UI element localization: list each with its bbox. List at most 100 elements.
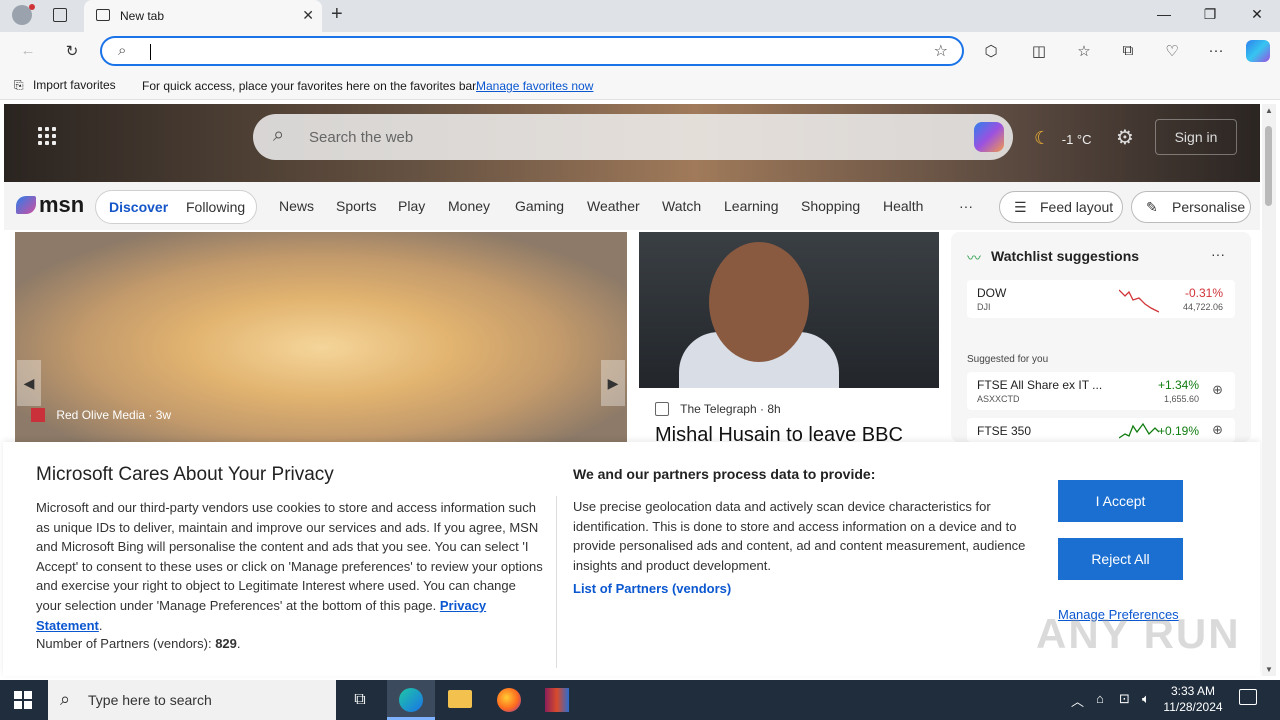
image-figure-face xyxy=(709,242,809,362)
copilot-icon[interactable] xyxy=(1246,40,1270,62)
stock-symbol: DOW xyxy=(977,286,1007,300)
close-window-button[interactable]: ✕ xyxy=(1242,6,1272,23)
tab-new-tab[interactable]: New tab ✕ xyxy=(84,0,322,32)
sign-in-button[interactable]: Sign in xyxy=(1155,119,1237,155)
close-tab-icon[interactable]: ✕ xyxy=(302,7,314,24)
add-to-watchlist-icon[interactable]: ⊕ xyxy=(1212,422,1223,438)
minimize-button[interactable]: — xyxy=(1149,6,1179,22)
search-icon: ⌕ xyxy=(273,124,285,146)
nav-watch[interactable]: Watch xyxy=(662,198,701,214)
page-scrollbar[interactable]: ▲ ▼ xyxy=(1262,104,1276,676)
collections-icon[interactable]: ⧉ xyxy=(1117,42,1139,60)
restore-button[interactable]: ❐ xyxy=(1195,6,1225,23)
chevron-up-icon[interactable]: ︿ xyxy=(1071,691,1084,710)
tab-following[interactable]: Following xyxy=(186,199,245,215)
web-search-placeholder: Search the web xyxy=(309,129,414,146)
meet-now-icon[interactable]: ⌂ xyxy=(1096,691,1104,706)
stock-row[interactable]: FTSE All Share ex IT ... ASXXCTD +1.34% … xyxy=(967,372,1235,410)
taskbar-search[interactable]: ⌕ Type here to search xyxy=(48,680,336,720)
profile-alert-dot xyxy=(29,4,35,10)
new-tab-page-icon xyxy=(96,9,110,21)
notifications-icon[interactable] xyxy=(1239,689,1257,705)
nav-learning[interactable]: Learning xyxy=(724,198,779,214)
reject-all-button[interactable]: Reject All xyxy=(1058,538,1183,580)
firefox-icon[interactable] xyxy=(497,688,521,712)
msn-butterfly-icon xyxy=(16,196,36,214)
sliders-icon: ☰ xyxy=(1014,199,1027,215)
scrollbar-thumb[interactable] xyxy=(1265,126,1272,206)
add-to-watchlist-icon[interactable]: ⊕ xyxy=(1212,382,1223,398)
tab-actions-icon[interactable] xyxy=(53,8,67,22)
edge-icon xyxy=(399,688,423,712)
scroll-down-icon[interactable]: ▼ xyxy=(1265,665,1273,674)
stock-change: +1.34% xyxy=(1157,378,1199,392)
stock-chart-icon: 〰 xyxy=(967,250,981,266)
performance-icon[interactable]: ♡ xyxy=(1161,42,1183,60)
extensions-icon[interactable]: ⬡ xyxy=(980,42,1002,60)
card-source: The Telegraph · 8h xyxy=(655,402,781,416)
clock-date: 11/28/2024 xyxy=(1163,700,1223,714)
import-favorites-label: Import favorites xyxy=(32,78,116,92)
telegraph-logo xyxy=(655,402,669,416)
partners-count: 829 xyxy=(215,636,237,651)
stock-change: -0.31% xyxy=(1184,286,1223,300)
carousel-prev-button[interactable]: ◀ xyxy=(17,360,41,406)
web-search-box[interactable]: ⌕ Search the web xyxy=(253,114,1013,160)
nav-more-button[interactable]: ··· xyxy=(959,198,973,214)
scroll-up-icon[interactable]: ▲ xyxy=(1265,106,1273,115)
tab-discover[interactable]: Discover xyxy=(109,199,168,215)
more-icon[interactable]: ··· xyxy=(1205,42,1227,60)
personalise-button[interactable]: ✎ Personalise xyxy=(1131,191,1251,223)
nav-health[interactable]: Health xyxy=(883,198,923,214)
news-card[interactable]: The Telegraph · 8h Mishal Husain to leav… xyxy=(639,232,939,446)
stock-symbol: FTSE 350 xyxy=(977,424,1032,438)
network-icon[interactable]: ⊡ xyxy=(1119,691,1130,707)
manage-favorites-link[interactable]: Manage favorites now xyxy=(476,79,593,93)
stock-exchange: DJI xyxy=(977,302,991,312)
partners-count-line: Number of Partners (vendors): 829. xyxy=(36,636,241,651)
windows-start-icon[interactable] xyxy=(14,691,32,709)
stock-row[interactable]: DOW DJI -0.31% 44,722.06 xyxy=(967,280,1235,318)
nav-news[interactable]: News xyxy=(279,198,314,214)
favorites-hint: For quick access, place your favorites h… xyxy=(142,79,479,93)
favorites-icon[interactable]: ☆ xyxy=(1073,42,1095,60)
stock-exchange: ASXXCTD xyxy=(977,394,1020,404)
refresh-icon[interactable]: ↻ xyxy=(61,42,83,60)
watchlist-more-button[interactable]: ··· xyxy=(1211,246,1225,262)
copilot-icon[interactable] xyxy=(974,122,1004,152)
task-view-icon[interactable]: ⧉ xyxy=(342,684,378,716)
winrar-icon[interactable] xyxy=(545,688,569,712)
import-favorites-button[interactable]: ⎘ Import favorites xyxy=(14,78,116,93)
nav-money[interactable]: Money xyxy=(448,198,490,214)
weather-temp: -1 °C xyxy=(1061,132,1092,147)
import-icon: ⎘ xyxy=(14,78,24,92)
address-bar[interactable]: ⌕ ☆ xyxy=(100,36,964,66)
stock-price: 44,722.06 xyxy=(1182,302,1223,312)
stock-row[interactable]: FTSE 350 +0.19% ⊕ xyxy=(967,418,1235,442)
new-tab-icon[interactable]: + xyxy=(331,3,343,26)
favorite-star-icon[interactable]: ☆ xyxy=(934,41,948,61)
feed-layout-button[interactable]: ☰ Feed layout xyxy=(999,191,1123,223)
nav-play[interactable]: Play xyxy=(398,198,425,214)
gear-icon[interactable]: ⚙ xyxy=(1116,125,1134,150)
volume-icon[interactable]: 🔈︎ xyxy=(1142,691,1150,707)
carousel-next-button[interactable]: ▶ xyxy=(601,360,625,406)
file-explorer-icon[interactable] xyxy=(448,690,472,708)
nav-gaming[interactable]: Gaming xyxy=(515,198,564,214)
vendors-link[interactable]: List of Partners (vendors) xyxy=(573,581,731,596)
system-clock[interactable]: 3:33 AM 11/28/2024 xyxy=(1158,683,1228,715)
taskbar-search-placeholder: Type here to search xyxy=(88,692,212,708)
apps-grid-icon[interactable] xyxy=(38,127,58,147)
accept-button[interactable]: I Accept xyxy=(1058,480,1183,522)
msn-logo[interactable]: msn xyxy=(16,192,84,218)
weather-widget[interactable]: ☾ -1 °C xyxy=(1034,128,1092,149)
feature-card[interactable]: Red Olive Media · 3w xyxy=(15,232,627,442)
nav-sports[interactable]: Sports xyxy=(336,198,376,214)
split-screen-icon[interactable]: ◫ xyxy=(1028,42,1050,60)
stock-sparkline xyxy=(1119,422,1159,439)
process-body: Use precise geolocation data and activel… xyxy=(573,499,1026,573)
back-icon[interactable]: ← xyxy=(17,42,39,60)
nav-weather[interactable]: Weather xyxy=(587,198,640,214)
news-card-image xyxy=(639,232,939,388)
nav-shopping[interactable]: Shopping xyxy=(801,198,860,214)
